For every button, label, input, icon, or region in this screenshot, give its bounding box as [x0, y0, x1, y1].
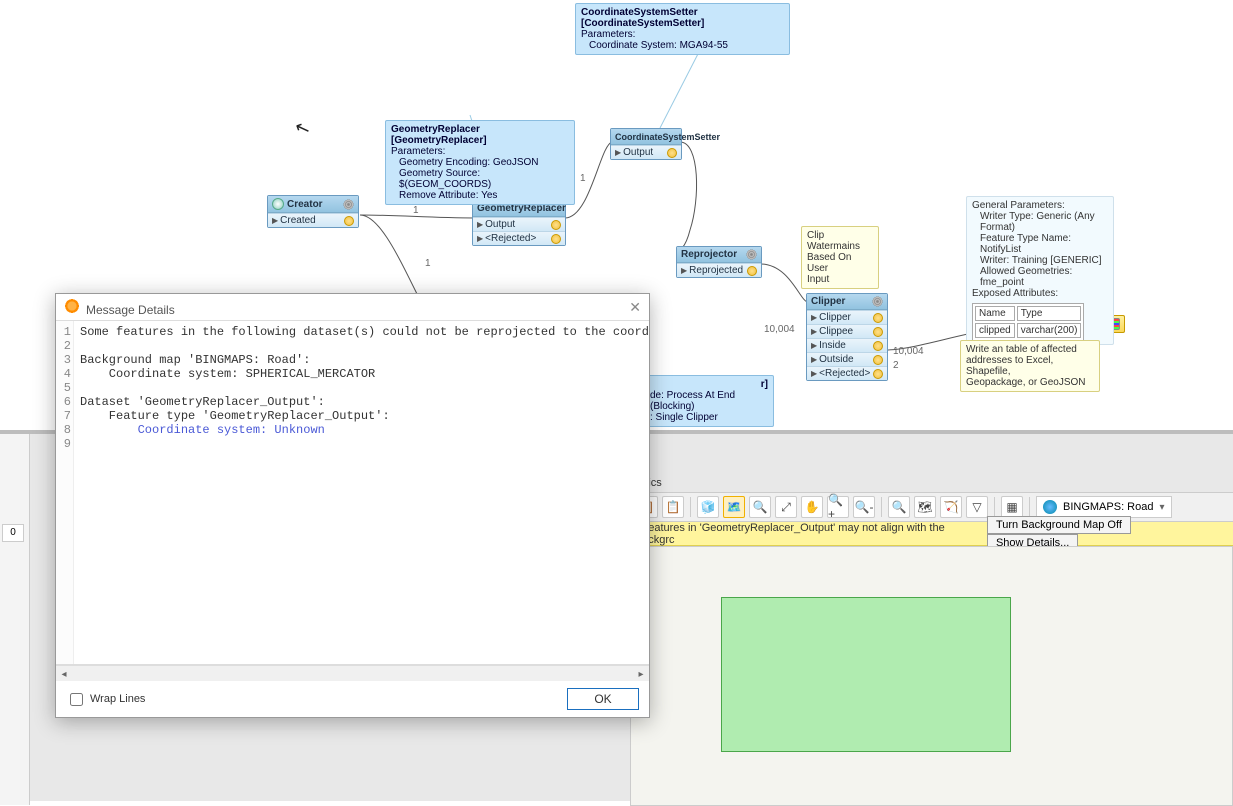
map-area[interactable]	[630, 546, 1233, 806]
feature-rect[interactable]	[721, 597, 1011, 752]
node-truncated-info: r] de: Process At End (Blocking) : Singl…	[644, 375, 774, 427]
tool-zoom-in[interactable]: 🔍+	[827, 496, 849, 518]
line-number-gutter: 1 2 3 4 5 6 7 8 9	[56, 321, 74, 664]
edge-label: 10,004	[893, 346, 924, 357]
annotation-writer-info[interactable]: General Parameters: Writer Type: Generic…	[966, 196, 1114, 345]
cell-value: 0	[2, 524, 24, 542]
annotation-clip-note[interactable]: Clip Watermains Based On User Input	[801, 226, 879, 289]
close-icon[interactable]: ✕	[629, 299, 641, 316]
port-clipper-rejected[interactable]: ▶<Rejected>	[807, 366, 887, 380]
tool-btn-10[interactable]: 🗺	[914, 496, 936, 518]
edge-label: 1	[580, 173, 586, 184]
edge-label: 10,004	[764, 324, 795, 335]
scroll-right-icon[interactable]: ▸	[633, 666, 649, 682]
viewer-tab-graphics[interactable]: aphics	[630, 474, 1233, 492]
inspect-icon[interactable]	[551, 234, 561, 244]
inspect-icon[interactable]	[667, 148, 677, 158]
tool-btn-4[interactable]: 🔍	[749, 496, 771, 518]
annotation-geomreplacer[interactable]: GeometryReplacer [GeometryReplacer] Para…	[385, 120, 575, 205]
inspect-icon[interactable]	[747, 266, 757, 276]
ok-button[interactable]: OK	[567, 688, 639, 710]
tool-btn-9[interactable]: 🔍	[888, 496, 910, 518]
scroll-left-icon[interactable]: ◂	[56, 666, 72, 682]
message-text[interactable]: Some features in the following dataset(s…	[74, 321, 649, 664]
wrap-lines-checkbox[interactable]: Wrap Lines	[66, 690, 145, 709]
node-creator[interactable]: Creator ▶Created	[267, 195, 359, 228]
port-gr-output[interactable]: ▶Output	[473, 217, 565, 231]
port-clipper-clippee[interactable]: ▶Clippee	[807, 324, 887, 338]
globe-icon	[1043, 500, 1057, 514]
dialog-titlebar[interactable]: Message Details ✕	[56, 294, 649, 320]
tool-btn-3[interactable]: 🗺️	[723, 496, 745, 518]
port-gr-rejected[interactable]: ▶<Rejected>	[473, 231, 565, 245]
edge-label: 1	[425, 258, 431, 269]
exposed-attributes-table: NameType clippedvarchar(200)	[972, 303, 1084, 341]
gear-icon[interactable]	[343, 199, 354, 210]
port-clipper-inside[interactable]: ▶Inside	[807, 338, 887, 352]
inspect-icon[interactable]	[551, 220, 561, 230]
port-reproj[interactable]: ▶Reprojected	[677, 263, 761, 277]
node-coordsystemsetter[interactable]: CoordinateSystemSetter ▶Output	[610, 128, 682, 160]
data-viewer: aphics 📋 📋 🧊 🗺️ 🔍 ⤢ ✋ 🔍+ 🔍- 🔍 🗺 🏹 ▽ ▦ BI…	[630, 474, 1233, 804]
warning-text: e features in 'GeometryReplacer_Output' …	[636, 522, 983, 546]
inspect-icon[interactable]	[873, 327, 883, 337]
edge-label: 1	[413, 205, 419, 216]
inspect-icon[interactable]	[873, 341, 883, 351]
chevron-down-icon: ▾	[1159, 502, 1164, 513]
app-icon	[64, 298, 80, 314]
node-coordsetter-title: CoordinateSystemSetter	[615, 132, 720, 142]
gear-icon[interactable]	[746, 249, 757, 260]
port-creator-created[interactable]: ▶Created	[268, 213, 358, 227]
tool-zoom-out[interactable]: 🔍-	[853, 496, 875, 518]
wrap-lines-input[interactable]	[70, 693, 83, 706]
dialog-title: Message Details	[86, 303, 175, 317]
message-details-dialog: Message Details ✕ 1 2 3 4 5 6 7 8 9 Some…	[55, 293, 650, 718]
annotation-coordsetter[interactable]: CoordinateSystemSetter [CoordinateSystem…	[575, 3, 790, 55]
node-geometryreplacer[interactable]: GeometryReplacer ▶Output ▶<Rejected>	[472, 200, 566, 246]
tool-btn-2[interactable]: 🧊	[697, 496, 719, 518]
tool-select[interactable]: 🏹	[940, 496, 962, 518]
node-creator-title: Creator	[287, 199, 323, 210]
port-clipper-clipper[interactable]: ▶Clipper	[807, 310, 887, 324]
inspect-icon[interactable]	[344, 216, 354, 226]
annotation-writer-note[interactable]: Write an table of affected addresses to …	[960, 340, 1100, 392]
tool-pan[interactable]: ⤢	[775, 496, 797, 518]
horizontal-scrollbar[interactable]: ◂ ▸	[56, 665, 649, 681]
node-reprojector[interactable]: Reprojector ▶Reprojected	[676, 246, 762, 278]
inspect-icon[interactable]	[873, 355, 883, 365]
inspect-icon[interactable]	[873, 313, 883, 323]
tool-zoom-extents[interactable]: ✋	[801, 496, 823, 518]
tool-btn-1[interactable]: 📋	[662, 496, 684, 518]
edge-label: 2	[893, 360, 899, 371]
mouse-cursor: ↖	[292, 116, 313, 141]
node-clipper[interactable]: Clipper ▶Clipper ▶Clippee ▶Inside ▶Outsi…	[806, 293, 888, 381]
node-reprojector-title: Reprojector	[681, 249, 737, 260]
warning-bar: e features in 'GeometryReplacer_Output' …	[630, 522, 1233, 546]
turn-bg-off-button[interactable]: Turn Background Map Off	[987, 516, 1131, 534]
gear-icon[interactable]	[872, 296, 883, 307]
lower-left-gutter: 0	[0, 434, 30, 805]
inspect-icon[interactable]	[873, 369, 883, 379]
port-clipper-outside[interactable]: ▶Outside	[807, 352, 887, 366]
node-clipper-title: Clipper	[811, 296, 845, 307]
port-coord-output[interactable]: ▶Output	[611, 145, 681, 159]
